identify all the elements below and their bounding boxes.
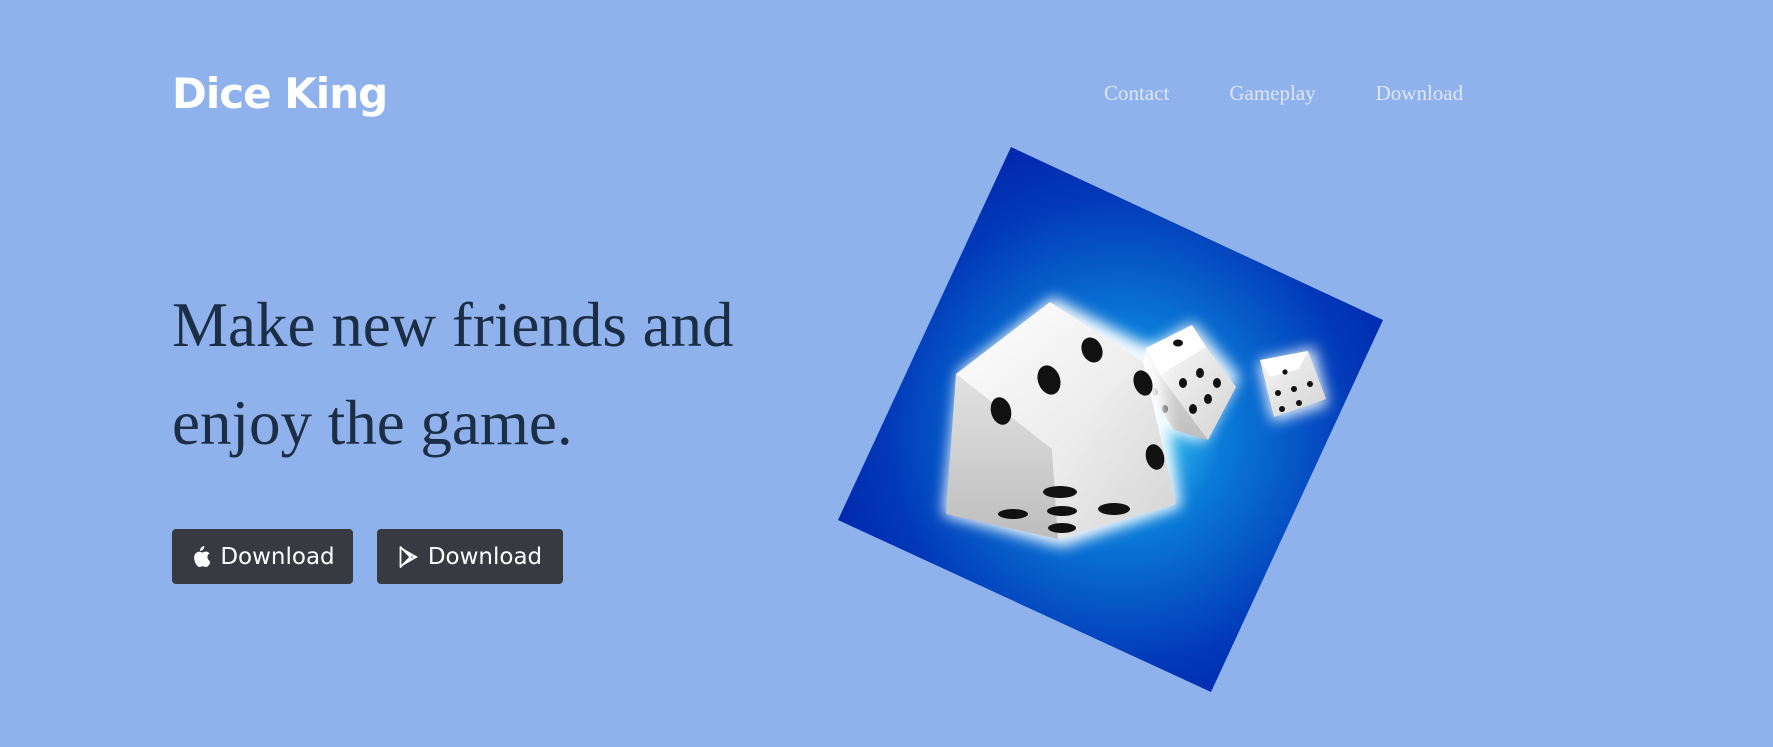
apple-icon	[190, 545, 212, 569]
nav-link-contact[interactable]: Contact	[1104, 78, 1169, 108]
hero-headline: Make new friends and enjoy the game.	[172, 290, 734, 458]
nav-link-gameplay[interactable]: Gameplay	[1229, 78, 1315, 108]
nav-link-download[interactable]: Download	[1376, 78, 1464, 108]
google-play-icon	[398, 545, 420, 569]
app-store-download-label: Download	[220, 543, 335, 570]
google-play-download-button[interactable]: Download	[377, 529, 563, 584]
brand-logo[interactable]: Dice King	[172, 64, 388, 124]
app-store-download-button[interactable]: Download	[172, 529, 353, 584]
dice-illustration	[838, 147, 1388, 702]
main-nav: Contact Gameplay Download	[1104, 78, 1463, 108]
google-play-download-label: Download	[427, 543, 543, 570]
